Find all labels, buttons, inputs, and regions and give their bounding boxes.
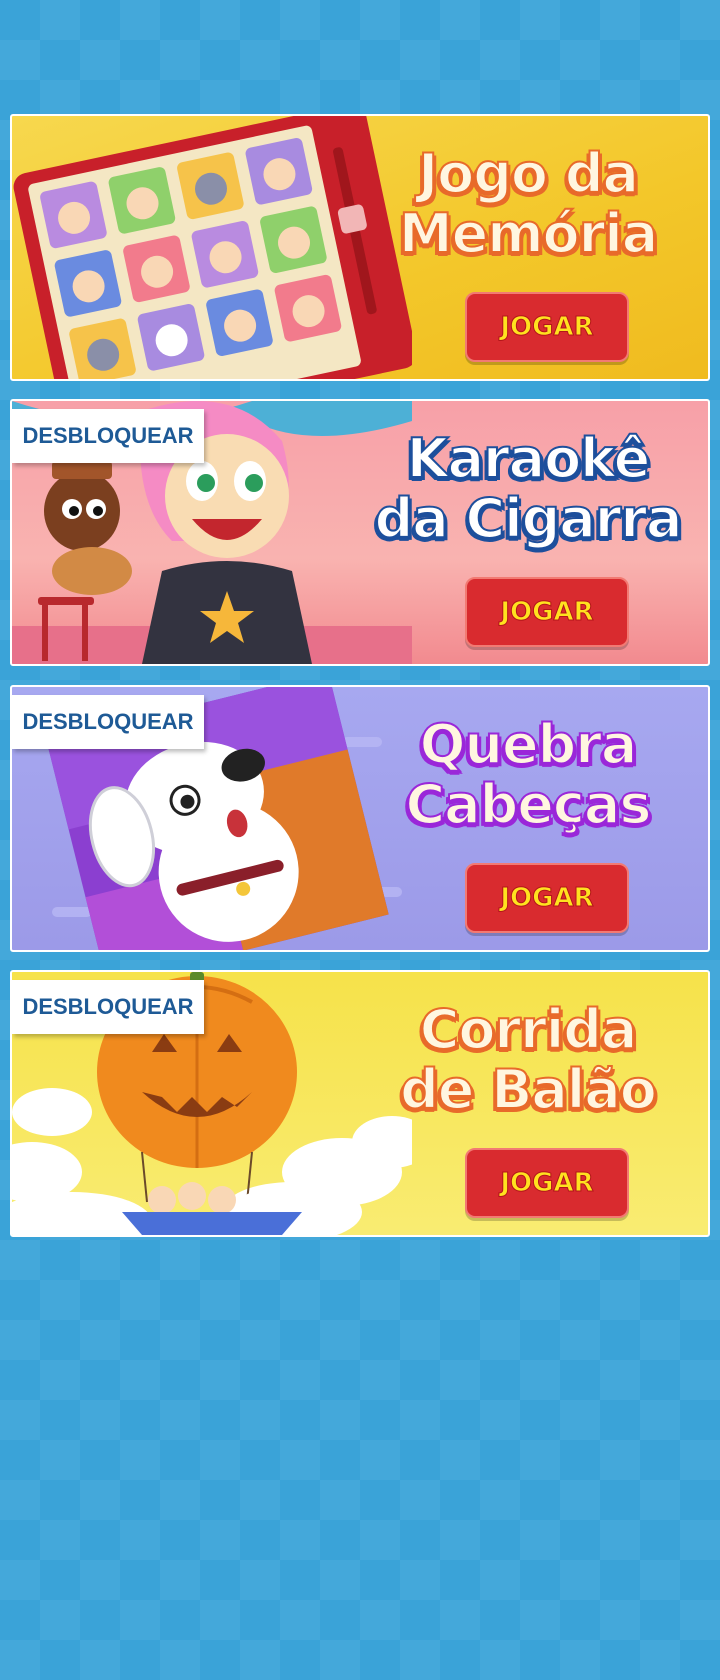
- play-button[interactable]: JOGAR: [465, 577, 629, 647]
- play-button[interactable]: JOGAR: [465, 292, 629, 362]
- game-title-line-1: Jogo da: [417, 142, 640, 205]
- game-title: Quebra Cabeças: [368, 713, 688, 836]
- game-title-line-1: Corrida: [419, 998, 639, 1061]
- game-title-line-2: de Balão: [399, 1058, 658, 1121]
- game-card-puzzle[interactable]: DESBLOQUEAR Quebra Cabeças JOGAR: [10, 685, 710, 952]
- play-button[interactable]: JOGAR: [465, 1148, 629, 1218]
- game-card-karaoke[interactable]: DESBLOQUEAR Karaokê da Cigarra JOGAR: [10, 399, 710, 666]
- game-title-line-1: Quebra: [419, 713, 639, 776]
- game-title-line-2: da Cigarra: [374, 487, 684, 550]
- game-title-line-2: Memória: [398, 202, 659, 265]
- game-title-line-2: Cabeças: [405, 773, 653, 836]
- unlock-button[interactable]: DESBLOQUEAR: [12, 409, 204, 463]
- game-title-line-1: Karaokê: [406, 427, 652, 490]
- unlock-button[interactable]: DESBLOQUEAR: [12, 695, 204, 749]
- game-card-balloon-race[interactable]: DESBLOQUEAR Corrida de Balão JOGAR: [10, 970, 710, 1237]
- unlock-button[interactable]: DESBLOQUEAR: [12, 980, 204, 1034]
- game-card-memory[interactable]: Jogo da Memória JOGAR: [10, 114, 710, 381]
- game-title: Karaokê da Cigarra: [358, 427, 698, 550]
- play-button[interactable]: JOGAR: [465, 863, 629, 933]
- game-title: Jogo da Memória: [368, 142, 688, 265]
- memory-game-illustration: [13, 116, 412, 379]
- game-title: Corrida de Balão: [368, 998, 688, 1121]
